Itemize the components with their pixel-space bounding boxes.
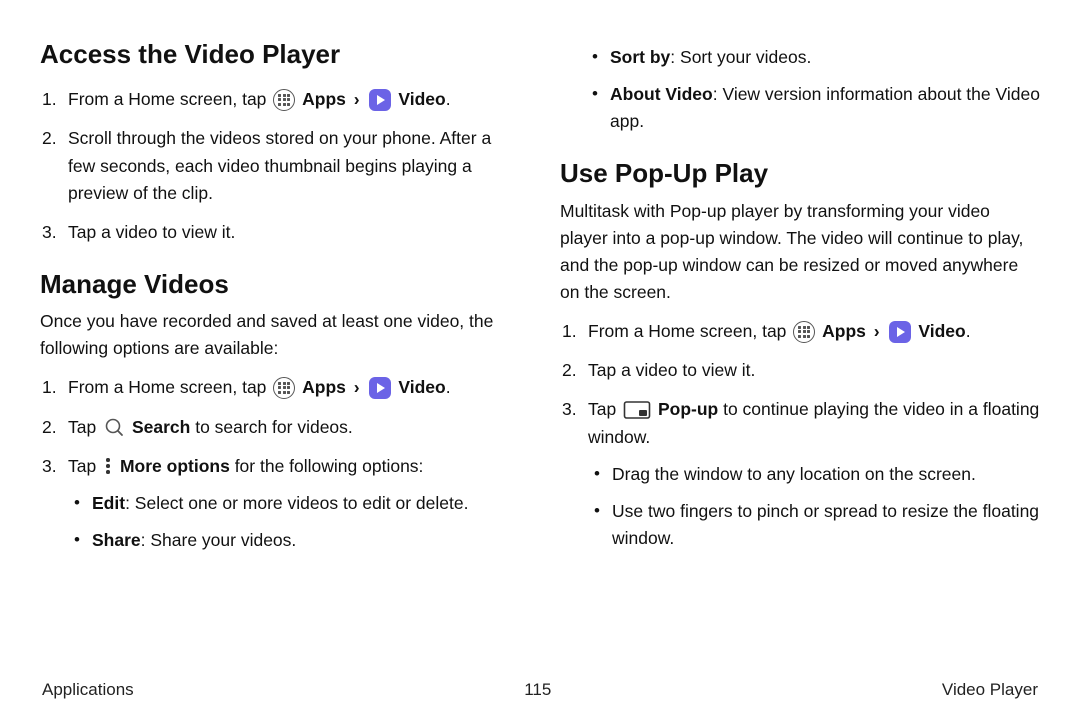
page-footer: Applications 115 Video Player — [40, 680, 1040, 700]
video-label: Video — [918, 321, 965, 341]
search-icon — [103, 416, 125, 438]
bullet-bold: Sort by — [610, 47, 670, 67]
video-play-icon — [889, 321, 911, 343]
popup-steps-list: From a Home screen, tap Apps › Video. Ta… — [560, 318, 1040, 552]
heading-access-video-player: Access the Video Player — [40, 34, 520, 74]
access-steps-list: From a Home screen, tap Apps › Video. Sc… — [40, 86, 520, 246]
text: From a Home screen, tap — [68, 377, 271, 397]
list-item: Drag the window to any location on the s… — [588, 461, 1040, 488]
period: . — [446, 89, 451, 109]
bullet-text: Drag the window to any location on the s… — [612, 464, 976, 484]
text: Tap a video to view it. — [68, 222, 235, 242]
chevron-right-icon: › — [351, 89, 368, 109]
content-columns: Access the Video Player From a Home scre… — [40, 34, 1040, 554]
popup-label: Pop-up — [658, 399, 718, 419]
period: . — [966, 321, 971, 341]
heading-manage-videos: Manage Videos — [40, 264, 520, 304]
text: Scroll through the videos stored on your… — [68, 128, 491, 202]
apps-icon — [273, 89, 295, 111]
video-label: Video — [398, 377, 445, 397]
manage-step-3: Tap More options for the following optio… — [40, 453, 520, 554]
more-options-bullets-continued: Sort by: Sort your videos. About Video: … — [560, 44, 1040, 135]
left-column: Access the Video Player From a Home scre… — [40, 34, 520, 554]
apps-icon — [793, 321, 815, 343]
apps-label: Apps — [302, 89, 346, 109]
bullet-text: : Select one or more videos to edit or d… — [125, 493, 468, 513]
list-item: Use two fingers to pinch or spread to re… — [588, 498, 1040, 552]
footer-section: Applications — [42, 680, 134, 700]
manage-intro: Once you have recorded and saved at leas… — [40, 308, 520, 362]
video-label: Video — [398, 89, 445, 109]
bullet-text: Use two fingers to pinch or spread to re… — [612, 501, 1039, 548]
text: to search for videos. — [195, 417, 353, 437]
popup-intro: Multitask with Pop-up player by transfor… — [560, 198, 1040, 307]
text: Tap — [588, 399, 621, 419]
footer-topic: Video Player — [942, 680, 1038, 700]
more-options-bullets: Edit: Select one or more videos to edit … — [68, 490, 520, 554]
access-step-2: Scroll through the videos stored on your… — [40, 125, 520, 206]
list-item: Sort by: Sort your videos. — [588, 44, 1040, 71]
page: Access the Video Player From a Home scre… — [0, 0, 1080, 720]
list-item: Share: Share your videos. — [68, 527, 520, 554]
text: for the following options: — [235, 456, 424, 476]
bullet-bold: About Video — [610, 84, 713, 104]
popup-window-icon — [623, 399, 651, 421]
popup-step-2: Tap a video to view it. — [560, 357, 1040, 384]
heading-popup-play: Use Pop-Up Play — [560, 153, 1040, 193]
chevron-right-icon: › — [871, 321, 888, 341]
text: Tap — [68, 417, 101, 437]
manage-steps-list: From a Home screen, tap Apps › Video. Ta… — [40, 374, 520, 554]
popup-bullets: Drag the window to any location on the s… — [588, 461, 1040, 552]
period: . — [446, 377, 451, 397]
right-column: Sort by: Sort your videos. About Video: … — [560, 34, 1040, 554]
text: From a Home screen, tap — [68, 89, 271, 109]
apps-icon — [273, 377, 295, 399]
text: Tap a video to view it. — [588, 360, 755, 380]
popup-step-3: Tap Pop-up to continue playing the video… — [560, 396, 1040, 552]
manage-step-2: Tap Search to search for videos. — [40, 414, 520, 441]
apps-label: Apps — [302, 377, 346, 397]
more-options-icon — [103, 455, 113, 477]
video-play-icon — [369, 377, 391, 399]
text: Tap — [68, 456, 101, 476]
bullet-text: : Share your videos. — [141, 530, 297, 550]
manage-step-1: From a Home screen, tap Apps › Video. — [40, 374, 520, 401]
bullet-bold: Share — [92, 530, 141, 550]
bullet-bold: Edit — [92, 493, 125, 513]
more-label: More options — [120, 456, 230, 476]
apps-label: Apps — [822, 321, 866, 341]
bullet-text: : Sort your videos. — [670, 47, 811, 67]
text: to continue playing the video in a float… — [588, 399, 1039, 446]
chevron-right-icon: › — [351, 377, 368, 397]
footer-page-number: 115 — [524, 680, 551, 700]
access-step-3: Tap a video to view it. — [40, 219, 520, 246]
search-label: Search — [132, 417, 190, 437]
popup-step-1: From a Home screen, tap Apps › Video. — [560, 318, 1040, 345]
text: From a Home screen, tap — [588, 321, 791, 341]
video-play-icon — [369, 89, 391, 111]
access-step-1: From a Home screen, tap Apps › Video. — [40, 86, 520, 113]
list-item: Edit: Select one or more videos to edit … — [68, 490, 520, 517]
list-item: About Video: View version information ab… — [588, 81, 1040, 135]
